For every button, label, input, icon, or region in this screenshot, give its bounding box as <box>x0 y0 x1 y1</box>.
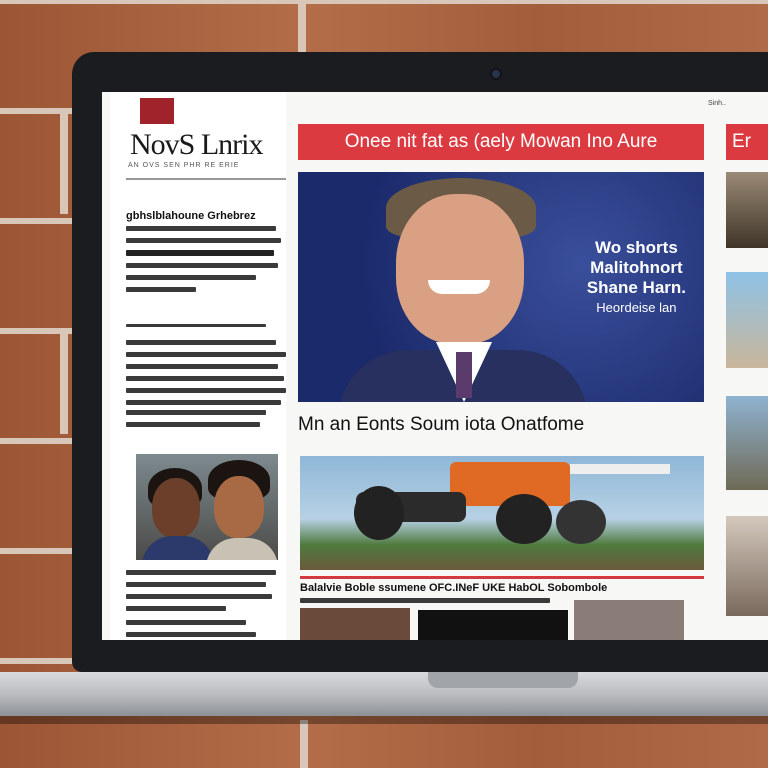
portrait-smile <box>428 280 490 294</box>
vehicle-wheel <box>496 494 552 544</box>
webcam-icon <box>492 70 500 78</box>
left-article-text-2 <box>126 324 286 334</box>
hero-line-4: Heordeise lan <box>596 300 677 315</box>
right-banner[interactable]: Er <box>726 124 768 160</box>
right-thumb-1[interactable] <box>726 172 768 248</box>
mortar-joint <box>60 110 68 214</box>
breaking-banner[interactable]: Onee nit fat as (aely Mowan Ino Aure <box>298 124 704 160</box>
left-article-text <box>126 226 286 299</box>
logo-mark <box>140 98 174 124</box>
left-article-text-4 <box>126 410 286 434</box>
right-top-link[interactable]: Sinh.. <box>708 100 726 107</box>
vehicle-caption[interactable]: Balalvie Boble ssumene OFC.INeF UKE HabO… <box>300 582 704 594</box>
right-thumb-3[interactable] <box>726 396 768 490</box>
vehicle-sign <box>570 464 670 474</box>
vehicle-wheel <box>556 500 606 544</box>
hero-line-1: Wo shorts <box>594 238 678 257</box>
bottom-thumb-1[interactable] <box>300 608 410 640</box>
photo-caption-text <box>126 570 286 618</box>
red-rule <box>300 576 704 579</box>
second-headline[interactable]: Mn an Eonts Soum iota Onatfome <box>298 414 704 436</box>
site-logo[interactable]: NovS Lnrix <box>130 128 263 162</box>
portrait-tie <box>456 352 472 398</box>
hero-overlay-text: Wo shorts Malitohnort Shane Harn. Heorde… <box>587 238 686 318</box>
laptop-notch <box>428 672 578 688</box>
laptop-shadow <box>0 716 768 724</box>
mortar-joint <box>60 330 68 434</box>
left-column: NovS Lnrix AN OVS SEN PHR RE ERIE gbhslb… <box>110 92 286 640</box>
vehicle-photo[interactable] <box>300 456 704 570</box>
site-tagline: AN OVS SEN PHR RE ERIE <box>128 162 240 169</box>
mortar-joint <box>300 720 308 768</box>
hero-line-3: Shane Harn. <box>586 278 686 297</box>
portrait-face <box>396 194 524 344</box>
bottom-thumb-2[interactable] <box>418 610 568 640</box>
left-footer-text <box>126 620 286 640</box>
laptop-screen: NovS Lnrix AN OVS SEN PHR RE ERIE gbhslb… <box>102 92 768 640</box>
people-photo[interactable] <box>136 454 278 560</box>
laptop-base <box>0 672 768 716</box>
bottom-thumb-3[interactable] <box>574 600 684 640</box>
divider <box>126 178 286 180</box>
left-article-text-3 <box>126 340 286 412</box>
hero-image[interactable]: Wo shorts Malitohnort Shane Harn. Heorde… <box>298 172 704 402</box>
hero-line-2: Malitohnort <box>590 258 683 277</box>
left-article-headline[interactable]: gbhslblahoune Grhebrez <box>126 210 286 222</box>
right-thumb-4[interactable] <box>726 516 768 616</box>
vehicle-wheel <box>354 486 404 540</box>
right-thumb-2[interactable] <box>726 272 768 368</box>
